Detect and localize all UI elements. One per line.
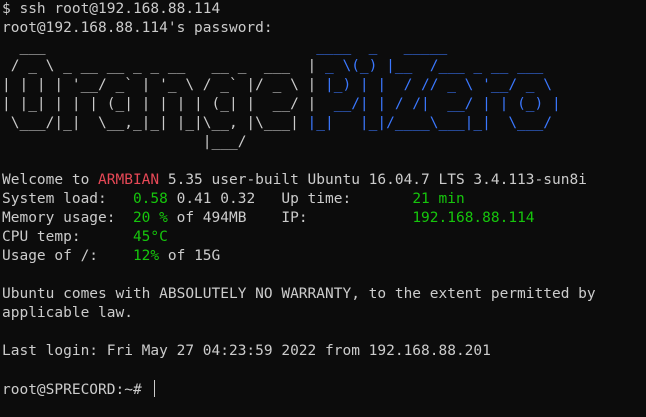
cpu-temp-label: CPU temp: — [2, 229, 133, 245]
password-prompt-line: root@192.168.88.114's password: — [2, 20, 273, 36]
armbian-brand: ARMBIAN — [98, 172, 160, 188]
ssh-command-line: $ ssh root@192.168.88.114 — [2, 1, 221, 17]
welcome-line: Welcome to ARMBIAN 5.35 user-built Ubunt… — [2, 171, 646, 190]
banner-blue-5: |_| |_|/____\___|_| \___/ — [307, 115, 552, 131]
banner-white-3: | | | | '__/ _` | '_ \ / _` |/ _ \ | — [2, 77, 317, 93]
disk-usage-line: Usage of /: 12% of 15G — [2, 247, 646, 266]
terminal-window[interactable]: $ ssh root@192.168.88.114 root@192.168.8… — [0, 0, 646, 417]
banner-blue-4: __/| | / /| __/ | | (_) | — [316, 96, 561, 112]
banner-white-4: | |_| | | | (_| | | | | (_| | __/ | — [2, 96, 317, 112]
memory-value: 20 % — [132, 210, 168, 226]
shell-prompt-line[interactable]: root@SPRECORD:~# — [2, 380, 646, 399]
banner-white-5: \___/|_| \__,_|_| |_|\__, |\___| — [2, 115, 308, 131]
banner-blue-2: _ \(_) |__ /___ _ __ ___ — [316, 58, 544, 74]
welcome-suffix: 5.35 user-built Ubuntu 16.04.7 LTS 3.4.1… — [159, 172, 587, 188]
uptime-value: 21 min — [412, 191, 465, 207]
banner-blue-3: |_) | | / // _ \ '__/ _ \ — [316, 77, 552, 93]
ip-value: 192.168.88.114 — [412, 210, 535, 226]
banner-white-6: |___/ — [2, 134, 247, 150]
memory-rest: of 494MB IP: — [167, 210, 413, 226]
memory-line: Memory usage: 20 % of 494MB IP: 192.168.… — [2, 209, 646, 228]
shell-prompt: root@SPRECORD:~# — [2, 382, 151, 398]
ascii-banner: ___ ____ _ _____ / _ \ _ __ __ _ _ __ __… — [2, 38, 646, 152]
welcome-prefix: Welcome to — [2, 172, 99, 188]
cpu-temp-value: 45°C — [132, 229, 168, 245]
system-load-line: System load: 0.58 0.41 0.32 Up time: 21 … — [2, 190, 646, 209]
system-load-value: 0.58 — [132, 191, 168, 207]
disk-usage-label: Usage of /: — [2, 248, 133, 264]
memory-label: Memory usage: — [2, 210, 133, 226]
last-login-line: Last login: Fri May 27 04:23:59 2022 fro… — [2, 343, 491, 359]
disk-usage-rest: of 15G — [159, 248, 221, 264]
banner-white-2: / _ \ _ __ __ _ _ __ __ _ ___ | — [2, 58, 317, 74]
disk-usage-value: 12% — [132, 248, 160, 264]
warranty-line-2: applicable law. — [2, 305, 133, 321]
cpu-temp-line: CPU temp: 45°C — [2, 228, 646, 247]
banner-blue-1: ____ _ _____ — [316, 39, 448, 55]
text-cursor[interactable] — [154, 380, 156, 397]
system-load-rest: 0.41 0.32 Up time: — [167, 191, 413, 207]
system-load-label: System load: — [2, 191, 133, 207]
banner-white-1: ___ — [2, 39, 317, 55]
warranty-line-1: Ubuntu comes with ABSOLUTELY NO WARRANTY… — [2, 286, 596, 302]
